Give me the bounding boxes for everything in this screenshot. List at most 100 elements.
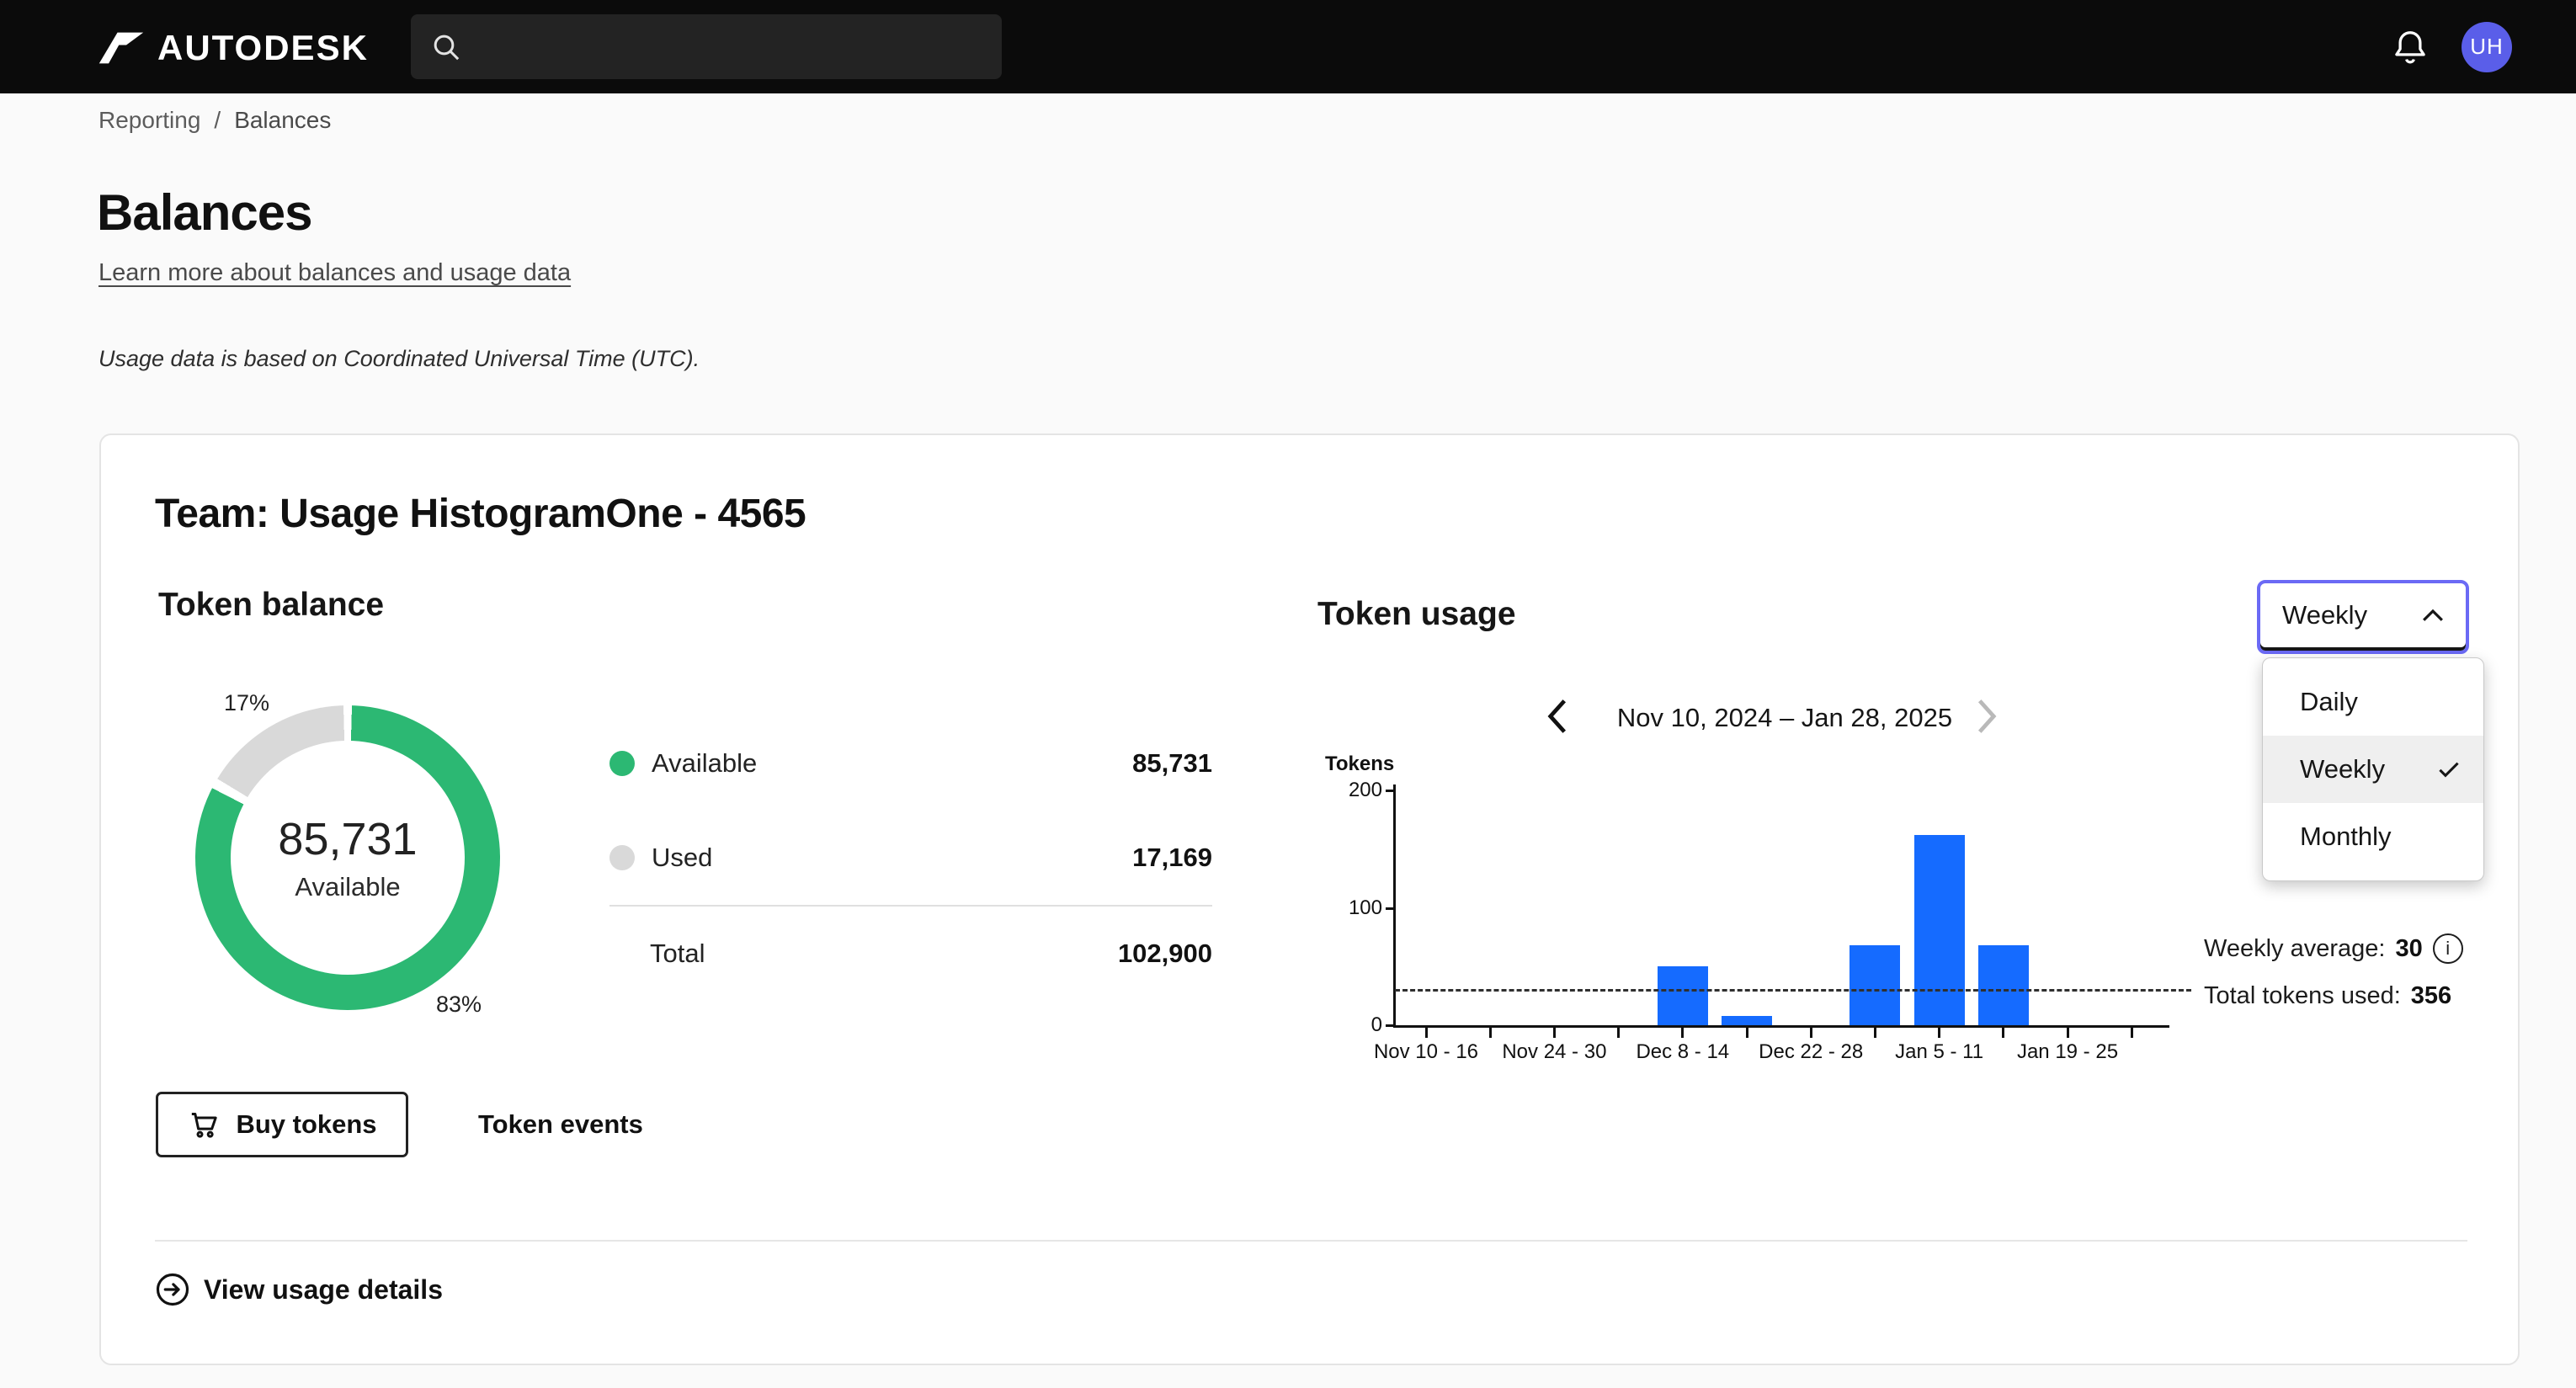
granularity-select-value: Weekly (2282, 600, 2367, 630)
total-used-label: Total tokens used: (2204, 982, 2401, 1010)
x-tick-mark (2131, 1028, 2133, 1038)
team-card-title: Team: Usage HistogramOne - 4565 (155, 491, 806, 537)
donut-center: 85,731 Available (231, 741, 465, 975)
token-events-label: Token events (478, 1109, 643, 1140)
donut-used-percent-label: 17% (224, 690, 269, 716)
legend-total-label: Total (609, 939, 705, 969)
search-icon (429, 30, 463, 64)
view-usage-details-label: View usage details (204, 1274, 443, 1306)
y-tick-mark (1386, 790, 1396, 792)
buy-tokens-button[interactable]: Buy tokens (156, 1092, 408, 1157)
search-input[interactable] (476, 33, 983, 61)
donut-available-percent-label: 83% (436, 992, 482, 1018)
page-title: Balances (97, 183, 312, 242)
view-usage-details-link[interactable]: View usage details (155, 1272, 443, 1307)
buy-tokens-label: Buy tokens (236, 1109, 376, 1140)
chevron-up-icon (2422, 609, 2444, 622)
weekly-average-value: 30 (2395, 935, 2422, 963)
x-tick-mark (1489, 1028, 1492, 1038)
usage-bar[interactable] (1658, 966, 1708, 1025)
legend-divider (609, 905, 1212, 907)
x-tick-mark (1874, 1028, 1876, 1038)
donut-center-value: 85,731 (278, 813, 417, 865)
menu-item-monthly[interactable]: Monthly (2263, 803, 2483, 870)
chart-y-axis-title: Tokens (1325, 752, 1394, 776)
breadcrumb-separator: / (214, 107, 221, 134)
breadcrumb-balances: Balances (234, 107, 331, 134)
x-tick-mark (1617, 1028, 1620, 1038)
card-footer-divider (155, 1240, 2467, 1242)
notifications-button[interactable] (2391, 28, 2430, 66)
token-balance-donut-chart: 85,731 Available (195, 705, 500, 1010)
breadcrumb: Reporting / Balances (98, 107, 331, 134)
y-tick-mark (1386, 1024, 1396, 1027)
x-tick-label: Nov 10 - 16 (1355, 1040, 1498, 1064)
utc-note: Usage data is based on Coordinated Unive… (98, 346, 700, 372)
x-tick-label: Jan 5 - 11 (1868, 1040, 2011, 1064)
menu-item-weekly[interactable]: Weekly (2263, 736, 2483, 803)
usage-bar[interactable] (1914, 835, 1965, 1025)
x-tick-label: Jan 19 - 25 (1996, 1040, 2139, 1064)
usage-bar[interactable] (1978, 945, 2029, 1025)
x-tick-mark (2067, 1028, 2069, 1038)
bell-icon (2391, 28, 2430, 66)
arrow-right-circle-icon (155, 1272, 190, 1307)
x-tick-mark (1425, 1028, 1428, 1038)
token-events-button[interactable]: Token events (458, 1092, 663, 1157)
next-period-button[interactable] (1975, 698, 1999, 735)
info-icon[interactable]: i (2433, 933, 2463, 964)
x-tick-mark (1746, 1028, 1748, 1038)
team-balances-card: Team: Usage HistogramOne - 4565 Token ba… (99, 433, 2520, 1365)
legend-total-value: 102,900 (1118, 939, 1212, 969)
legend-used-value: 17,169 (1132, 843, 1212, 873)
y-tick-label: 0 (1313, 1013, 1382, 1037)
weekly-average-label: Weekly average: (2204, 935, 2385, 963)
top-navbar: AUTODESK UH (0, 0, 2576, 93)
legend-available-label: Available (652, 748, 757, 779)
user-avatar[interactable]: UH (2462, 22, 2512, 72)
breadcrumb-reporting[interactable]: Reporting (98, 107, 200, 134)
autodesk-logo[interactable]: AUTODESK (98, 28, 369, 68)
y-tick-label: 200 (1313, 779, 1382, 802)
total-used-value: 356 (2411, 982, 2451, 1010)
legend-row-total: Total 102,900 (609, 930, 1212, 977)
token-balance-heading: Token balance (158, 587, 384, 624)
avatar-initials: UH (2462, 22, 2512, 72)
x-axis-line (1393, 1025, 2169, 1028)
granularity-select[interactable]: Weekly (2257, 580, 2469, 654)
x-tick-label: Dec 22 - 28 (1739, 1040, 1882, 1064)
chevron-left-icon (1546, 698, 1569, 735)
legend-available-value: 85,731 (1132, 748, 1212, 779)
available-dot-icon (609, 751, 635, 776)
legend-row-available: Available 85,731 (609, 740, 1212, 787)
chevron-right-icon (1975, 698, 1999, 735)
x-tick-label: Nov 24 - 30 (1482, 1040, 1626, 1064)
learn-more-link[interactable]: Learn more about balances and usage data (98, 259, 571, 287)
x-tick-label: Dec 8 - 14 (1611, 1040, 1754, 1064)
average-dashed-line (1395, 989, 2191, 992)
y-tick-mark (1386, 907, 1396, 910)
granularity-menu: DailyWeeklyMonthly (2262, 657, 2484, 881)
legend-used-label: Used (652, 843, 712, 873)
global-search[interactable] (411, 14, 1002, 79)
x-tick-mark (2002, 1028, 2004, 1038)
prev-period-button[interactable] (1546, 698, 1569, 735)
usage-bar[interactable] (1850, 945, 1900, 1025)
usage-bar[interactable] (1722, 1016, 1772, 1025)
token-usage-heading: Token usage (1317, 596, 1516, 633)
x-tick-mark (1810, 1028, 1812, 1038)
x-tick-mark (1938, 1028, 1940, 1038)
used-dot-icon (609, 845, 635, 870)
usage-bar-chart: Tokens 0100200Nov 10 - 16Nov 24 - 30Dec … (1313, 751, 2302, 1088)
menu-item-daily[interactable]: Daily (2263, 668, 2483, 736)
x-tick-mark (1681, 1028, 1684, 1038)
check-icon (2438, 761, 2460, 778)
y-tick-label: 100 (1313, 896, 1382, 920)
x-tick-mark (1553, 1028, 1556, 1038)
cart-icon (187, 1108, 221, 1141)
autodesk-mark-icon (98, 32, 144, 64)
legend-row-used: Used 17,169 (609, 834, 1212, 881)
usage-stats: Weekly average: 30 i Total tokens used: … (2204, 933, 2463, 1010)
donut-center-label: Available (295, 872, 400, 902)
autodesk-wordmark: AUTODESK (157, 28, 369, 68)
